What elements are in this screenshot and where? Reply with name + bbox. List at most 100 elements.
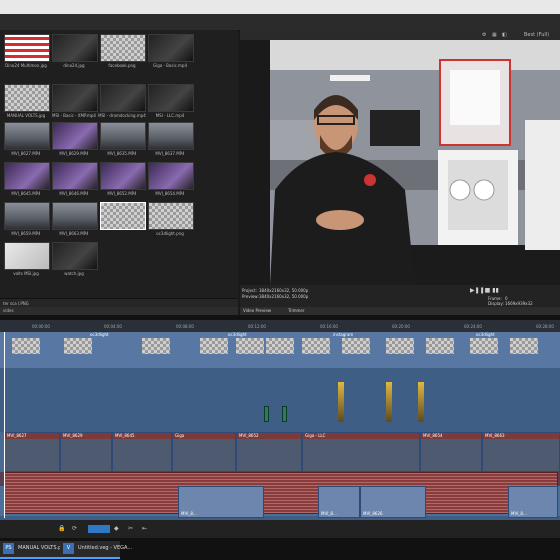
media-thumbnail-label: MVI_8627.MP4 [11, 151, 41, 156]
media-thumbnail[interactable] [4, 84, 50, 112]
fx-track[interactable] [0, 368, 560, 432]
ruler-tick-label: 00:08:00 [176, 324, 194, 329]
timeline-marker-label[interactable]: oc3dlight [476, 332, 495, 337]
clip-label: MVI_8663 [485, 433, 505, 438]
effect-clip[interactable] [386, 382, 392, 422]
playback-controls[interactable]: ▶❚❚■ ▮▮ [470, 287, 499, 294]
timeline-marker-label[interactable]: instagram [333, 332, 353, 337]
taskbar-item[interactable]: PS MANUAL VOLTS.png [0, 541, 68, 559]
tab-trimmer[interactable]: Trimmer [288, 308, 305, 313]
clip-label: MVI_8627 [7, 433, 27, 438]
clip-frames [173, 439, 235, 471]
overlay-clip[interactable] [470, 338, 498, 354]
loop-icon[interactable]: ⟳ [72, 525, 77, 532]
media-tab-label[interactable]: vides [3, 308, 14, 313]
media-thumbnail[interactable] [4, 202, 50, 230]
media-thumbnail[interactable] [148, 202, 194, 230]
overlay-clip[interactable] [64, 338, 92, 354]
media-thumbnail[interactable] [148, 162, 194, 190]
media-thumbnail[interactable] [148, 84, 194, 112]
overlay-clip[interactable] [342, 338, 370, 354]
snap-toggle[interactable] [88, 525, 110, 533]
media-thumbnail-label: MSI - Basic - XMP.mp4 [52, 113, 96, 118]
taskbar-item[interactable]: V Untitled.veg - VEGA... [60, 541, 132, 559]
quality-select[interactable]: Best (Full) [524, 32, 549, 38]
video-clip[interactable]: MVI_8663 [482, 432, 560, 472]
trim-icon[interactable]: ⇤ [142, 525, 147, 532]
tab-video-preview[interactable]: Video Preview [243, 308, 271, 313]
media-thumbnail[interactable] [148, 122, 194, 150]
media-thumbnail[interactable] [4, 242, 50, 270]
video-clip[interactable]: MVI_8629 [60, 432, 112, 472]
video-clip[interactable]: MVI_8627 [4, 432, 60, 472]
overlay-clip[interactable] [200, 338, 228, 354]
media-thumbnail[interactable] [100, 84, 146, 112]
media-thumbnail[interactable] [52, 34, 98, 62]
media-thumbnail[interactable] [52, 242, 98, 270]
gear-icon[interactable]: ⚙ [482, 32, 486, 38]
clip-frames [5, 439, 59, 471]
app-icon: V [63, 543, 74, 554]
overlay-clip[interactable] [510, 338, 538, 354]
media-thumbnail[interactable] [100, 162, 146, 190]
video-clip[interactable]: MVI_8654 [420, 432, 482, 472]
overlay-clip[interactable] [386, 338, 414, 354]
overlay-clip[interactable] [266, 338, 294, 354]
clip-label: MVI_8... [511, 511, 527, 516]
media-thumbnail[interactable] [4, 122, 50, 150]
lock-icon[interactable]: 🔒 [58, 525, 65, 532]
project-label: Project: [242, 288, 258, 293]
media-thumbnail-label: MVI_8659.MP4 [11, 231, 41, 236]
overlay-clip[interactable] [302, 338, 330, 354]
clip-label: Giga [175, 433, 185, 438]
timeline-ruler[interactable]: 00:00:00 00:04:00 00:08:00 00:12:00 00:16:00… [0, 320, 560, 332]
lower-video-clip[interactable]: MVI_8... [508, 486, 558, 518]
lower-video-clip[interactable]: MVI_8626 [360, 486, 426, 518]
grid-icon[interactable]: ▦ [492, 32, 497, 38]
playhead[interactable] [4, 320, 5, 518]
media-thumbnail[interactable] [52, 122, 98, 150]
video-clip[interactable]: MVI_8652 [236, 432, 302, 472]
effect-clip[interactable] [264, 406, 269, 422]
timeline-marker-label[interactable]: oc3dlight [228, 332, 247, 337]
preview-toolbar: ⚙ ▦ ◧ Best (Full) ▣ ❐ ▤ [240, 30, 560, 40]
media-thumbnail-label: MSI - LLC.mp4 [155, 113, 185, 118]
media-path-text: ter sca l.PNG [3, 301, 29, 306]
overlay-clip[interactable] [236, 338, 264, 354]
video-clip[interactable]: Giga [172, 432, 236, 472]
lower-video-clip[interactable]: MVI_8... [318, 486, 360, 518]
media-thumbnail[interactable] [100, 122, 146, 150]
audio-clip[interactable] [4, 472, 558, 514]
media-thumbnail-label: dino24.jpg [63, 63, 85, 68]
lower-video-clip[interactable]: MVI_8... [178, 486, 264, 518]
media-thumbnail[interactable] [52, 84, 98, 112]
overlay-clip[interactable] [426, 338, 454, 354]
clip-label: MVI_8... [181, 511, 197, 516]
effect-clip[interactable] [338, 382, 344, 422]
taskbar: PS MANUAL VOLTS.png V Untitled.veg - VEGA..… [0, 538, 560, 560]
clip-label: MVI_8626 [363, 511, 383, 516]
video-clip[interactable]: Giga - LLC [302, 432, 420, 472]
media-thumbnail[interactable] [100, 202, 146, 230]
timeline-marker-label[interactable]: oc3dlight [90, 332, 109, 337]
menu-bar [0, 14, 560, 31]
video-clip[interactable]: MVI_8645 [112, 432, 172, 472]
clip-label: MVI_8645 [115, 433, 135, 438]
overlay-clip[interactable] [12, 338, 40, 354]
media-thumbnail[interactable] [100, 34, 146, 62]
marker-icon[interactable]: ◆ [114, 525, 119, 532]
split-icon[interactable]: ◧ [502, 32, 507, 38]
timeline-toolbar: 🔒 ⟳ ◆ ✂ ⇤ [0, 520, 560, 538]
clip-frames [237, 439, 301, 471]
overlay-clip[interactable] [142, 338, 170, 354]
media-thumbnail[interactable] [4, 34, 50, 62]
media-thumbnail[interactable] [52, 202, 98, 230]
effect-clip[interactable] [418, 382, 424, 422]
effect-clip[interactable] [282, 406, 287, 422]
media-thumbnail[interactable] [148, 34, 194, 62]
media-thumbnail[interactable] [52, 162, 98, 190]
ruler-tick-label: 00:12:00 [248, 324, 266, 329]
split-tool-icon[interactable]: ✂ [128, 525, 133, 532]
media-thumbnail[interactable] [4, 162, 50, 190]
ruler-tick-label: 00:20:00 [392, 324, 410, 329]
